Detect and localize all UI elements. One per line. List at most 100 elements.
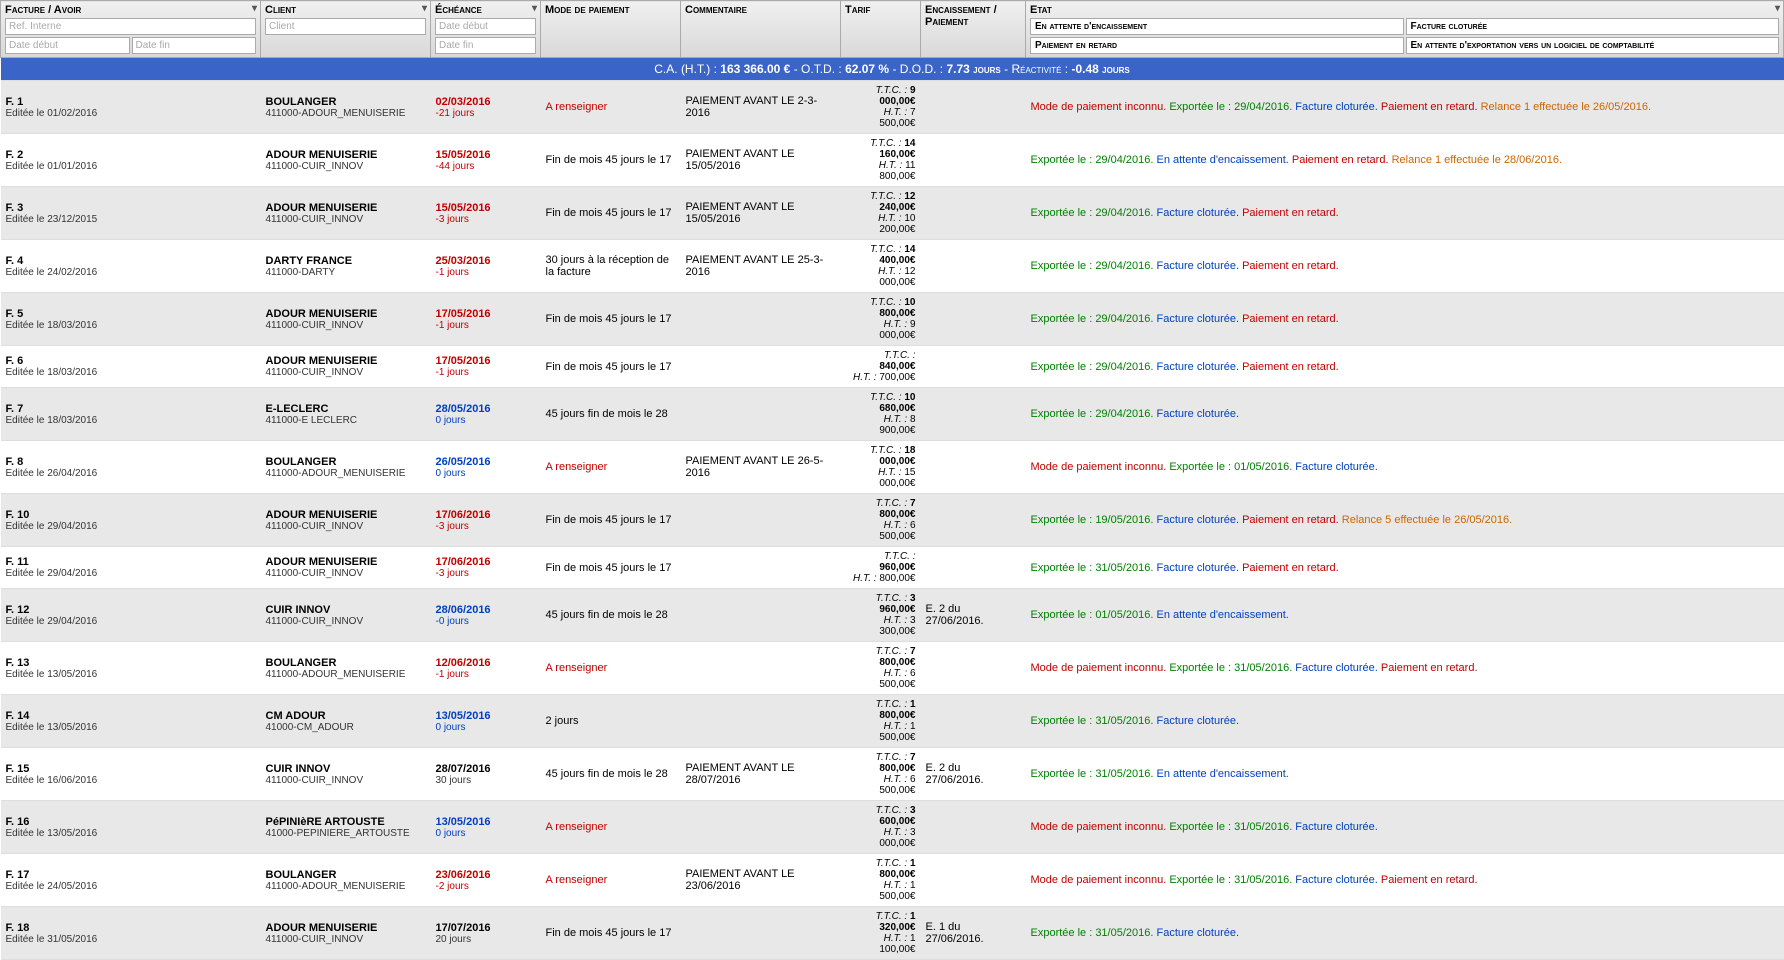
due-date: 15/05/2016 (436, 149, 536, 161)
ht-line: H.T. : 1 500,00€ (846, 721, 916, 743)
due-delta: 0 jours (436, 722, 536, 733)
filter-ech-date-start[interactable] (435, 18, 536, 35)
status-fragment: Facture cloturée. (1292, 662, 1378, 674)
status-fragment: En attente d'encaissement. (1153, 609, 1288, 621)
table-row[interactable]: F. 5Editée le 18/03/2016ADOUR MENUISERIE… (1, 293, 1784, 346)
ttc-line: T.T.C. : 1 320,00€ (846, 911, 916, 933)
table-row[interactable]: F. 2Editée le 01/01/2016ADOUR MENUISERIE… (1, 134, 1784, 187)
ht-line: H.T. : 1 500,00€ (846, 880, 916, 902)
status-fragment: Exportée le : 31/05/2016. (1031, 562, 1154, 574)
table-row[interactable]: F. 3Editée le 23/12/2015ADOUR MENUISERIE… (1, 187, 1784, 240)
state-filter-export[interactable]: En attente d'exportation vers un logicie… (1406, 37, 1780, 54)
ttc-line: T.T.C. : 14 160,00€ (846, 138, 916, 160)
status-fragment: Paiement en retard. (1378, 662, 1478, 674)
due-date: 13/05/2016 (436, 710, 536, 722)
payment-mode: Fin de mois 45 jours le 17 (546, 562, 672, 574)
invoice-date: Editée le 23/12/2015 (6, 214, 256, 225)
header-echeance[interactable]: Échéance ▾ (431, 1, 541, 58)
client-name: ADOUR MENUISERIE (266, 355, 426, 367)
table-row[interactable]: F. 16Editée le 13/05/2016PéPINIèRE ARTOU… (1, 801, 1784, 854)
filter-fact-date-start[interactable] (5, 37, 130, 54)
client-code: 411000-CUIR_INNOV (266, 214, 426, 225)
filter-icon[interactable]: ▾ (252, 3, 257, 14)
summary-otd-value: 62.07 % (845, 62, 889, 76)
status-fragment: Exportée le : 31/05/2016. (1166, 662, 1292, 674)
filter-ref-input[interactable] (5, 18, 256, 35)
table-row[interactable]: F. 17Editée le 24/05/2016BOULANGER411000… (1, 854, 1784, 907)
header-encaissement[interactable]: Encaissement / Paiement (921, 1, 1026, 58)
table-row[interactable]: F. 13Editée le 13/05/2016BOULANGER411000… (1, 642, 1784, 695)
filter-ech-date-end[interactable] (435, 37, 536, 54)
ht-line: H.T. : 9 000,00€ (846, 319, 916, 341)
ht-line: H.T. : 3 300,00€ (846, 615, 916, 637)
ht-line: H.T. : 1 100,00€ (846, 933, 916, 955)
state-filter-awaiting[interactable]: En attente d'encaissement (1030, 18, 1404, 35)
due-date: 17/05/2016 (436, 308, 536, 320)
header-client-label: Client (265, 4, 296, 16)
header-tarif[interactable]: Tarif (841, 1, 921, 58)
ht-line: H.T. : 8 900,00€ (846, 414, 916, 436)
invoice-date: Editée le 13/05/2016 (6, 828, 256, 839)
due-delta: -1 jours (436, 320, 536, 331)
client-name: DARTY FRANCE (266, 255, 426, 267)
table-row[interactable]: F. 6Editée le 18/03/2016ADOUR MENUISERIE… (1, 346, 1784, 388)
due-delta: -1 jours (436, 267, 536, 278)
header-facture[interactable]: Facture / Avoir ▾ (1, 1, 261, 58)
header-mode[interactable]: Mode de paiement (541, 1, 681, 58)
table-row[interactable]: F. 8Editée le 26/04/2016BOULANGER411000-… (1, 441, 1784, 494)
client-code: 411000-CUIR_INNOV (266, 161, 426, 172)
invoice-ref: F. 17 (6, 869, 256, 881)
header-encaissement-label: Encaissement / Paiement (925, 4, 997, 28)
table-row[interactable]: F. 18Editée le 31/05/2016ADOUR MENUISERI… (1, 907, 1784, 960)
table-row[interactable]: F. 7Editée le 18/03/2016E-LECLERC411000-… (1, 388, 1784, 441)
summary-dod-label: D.O.D. : (900, 62, 943, 76)
table-row[interactable]: F. 4Editée le 24/02/2016DARTY FRANCE4110… (1, 240, 1784, 293)
status-fragment: Facture cloturée. (1153, 313, 1239, 325)
header-etat[interactable]: Etat ▾ En attente d'encaissement Facture… (1026, 1, 1784, 58)
ttc-line: T.T.C. : 12 240,00€ (846, 191, 916, 213)
filter-icon[interactable]: ▾ (532, 3, 537, 14)
client-code: 41000-CM_ADOUR (266, 722, 426, 733)
filter-client-input[interactable] (265, 18, 426, 35)
due-date: 28/07/2016 (436, 763, 536, 775)
summary-react-label: Réactivité : (1011, 62, 1068, 76)
ttc-line: T.T.C. : 14 400,00€ (846, 244, 916, 266)
invoice-date: Editée le 29/04/2016 (6, 616, 256, 627)
header-commentaire[interactable]: Commentaire (681, 1, 841, 58)
table-row[interactable]: F. 12Editée le 29/04/2016CUIR INNOV41100… (1, 589, 1784, 642)
state-filter-closed[interactable]: Facture cloturée (1406, 18, 1780, 35)
due-delta: 20 jours (436, 934, 536, 945)
ht-line: H.T. : 700,00€ (846, 372, 916, 383)
status-fragment: Paiement en retard. (1239, 260, 1339, 272)
due-date: 28/06/2016 (436, 604, 536, 616)
table-row[interactable]: F. 1Editée le 01/02/2016BOULANGER411000-… (1, 81, 1784, 134)
due-date: 02/03/2016 (436, 96, 536, 108)
filter-fact-date-end[interactable] (132, 37, 257, 54)
client-name: BOULANGER (266, 869, 426, 881)
status-fragment: Mode de paiement inconnu. (1031, 461, 1167, 473)
due-date: 12/06/2016 (436, 657, 536, 669)
due-date: 17/05/2016 (436, 355, 536, 367)
table-row[interactable]: F. 10Editée le 29/04/2016ADOUR MENUISERI… (1, 494, 1784, 547)
state-filter-late[interactable]: Paiement en retard (1030, 37, 1404, 54)
header-tarif-label: Tarif (845, 4, 870, 16)
header-facture-label: Facture / Avoir (5, 4, 81, 16)
filter-icon[interactable]: ▾ (1775, 3, 1780, 14)
due-delta: 0 jours (436, 828, 536, 839)
table-row[interactable]: F. 15Editée le 16/06/2016CUIR INNOV41100… (1, 748, 1784, 801)
status-fragment: Relance 1 effectuée le 28/06/2016. (1389, 154, 1563, 166)
status-fragment: En attente d'encaissement. (1153, 768, 1288, 780)
filter-icon[interactable]: ▾ (422, 3, 427, 14)
table-row[interactable]: F. 14Editée le 13/05/2016CM ADOUR41000-C… (1, 695, 1784, 748)
table-row[interactable]: F. 11Editée le 29/04/2016ADOUR MENUISERI… (1, 547, 1784, 589)
invoice-date: Editée le 24/05/2016 (6, 881, 256, 892)
invoice-date: Editée le 01/02/2016 (6, 108, 256, 119)
payment-mode: 45 jours fin de mois le 28 (546, 609, 668, 621)
invoice-ref: F. 11 (6, 556, 256, 568)
due-delta: -44 jours (436, 161, 536, 172)
header-etat-label: Etat (1030, 4, 1052, 16)
header-client[interactable]: Client ▾ (261, 1, 431, 58)
ttc-line: T.T.C. : 3 600,00€ (846, 805, 916, 827)
status-fragment: Facture cloturée. (1292, 461, 1378, 473)
invoice-ref: F. 10 (6, 509, 256, 521)
